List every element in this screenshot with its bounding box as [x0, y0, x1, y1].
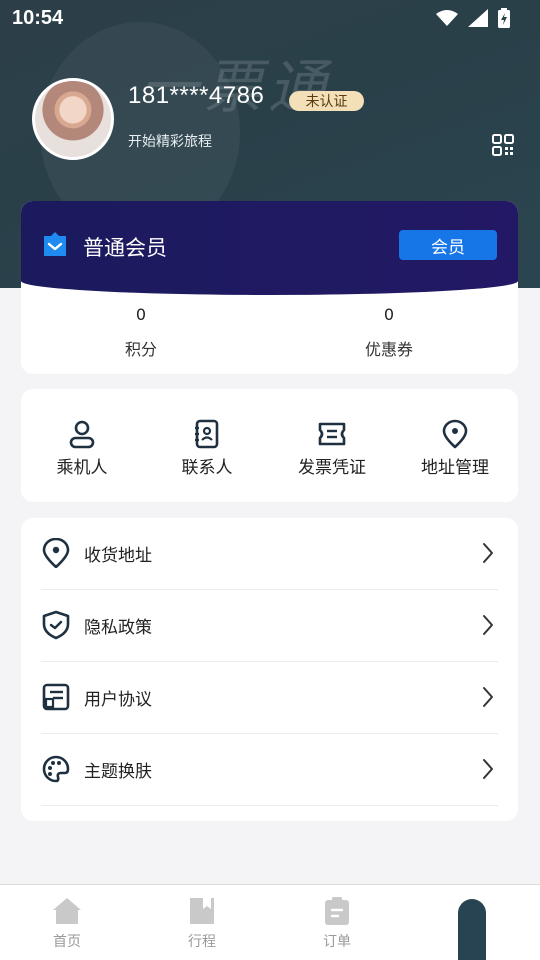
- member-badge-icon: [44, 232, 66, 256]
- menu-item-label: 主题换肤: [84, 762, 152, 782]
- points-label: 积分: [124, 340, 157, 359]
- tab-label: 订单: [323, 934, 351, 950]
- chevron-right-icon: [483, 543, 493, 563]
- status-time: 10:54: [12, 6, 64, 29]
- member-level-title: 普通会员: [83, 236, 167, 260]
- quick-action-label: 联系人: [181, 458, 233, 478]
- verify-badge[interactable]: 未认证: [289, 91, 364, 111]
- home-icon: [53, 898, 81, 924]
- quick-action-label: 乘机人: [56, 458, 108, 478]
- menu-item-shipping-address[interactable]: 收货地址: [41, 518, 498, 590]
- person-icon: [69, 420, 95, 449]
- quick-action-address-management[interactable]: 地址管理: [400, 419, 510, 478]
- document-icon: [42, 683, 70, 711]
- status-icons: [436, 8, 510, 28]
- quick-action-label: 发票凭证: [298, 458, 366, 478]
- quick-action-invoices[interactable]: 发票凭证: [277, 419, 387, 478]
- location-icon: [442, 419, 468, 449]
- qr-code-icon[interactable]: [492, 134, 514, 156]
- coupons-stat[interactable]: 0 优惠券: [309, 305, 469, 360]
- user-phone: 181****4786: [128, 82, 265, 109]
- menu-item-user-agreement[interactable]: 用户协议: [41, 662, 498, 734]
- member-button[interactable]: 会员: [399, 230, 497, 260]
- tagline: 开始精彩旅程: [128, 134, 212, 150]
- bottom-tab-bar: 首页 行程 订单: [0, 884, 540, 960]
- ticket-icon: [318, 422, 346, 446]
- member-card: 普通会员 会员 0 积分 0 优惠券: [21, 201, 518, 374]
- tab-orders[interactable]: 订单: [297, 897, 377, 951]
- avatar[interactable]: [32, 78, 114, 160]
- status-bar: 10:54: [0, 0, 540, 36]
- shield-check-icon: [42, 610, 70, 640]
- tab-label: 行程: [188, 934, 216, 950]
- palette-icon: [42, 755, 70, 783]
- tab-label: 首页: [53, 934, 81, 950]
- coupons-value: 0: [383, 305, 395, 324]
- quick-action-contacts[interactable]: 联系人: [152, 419, 262, 478]
- tab-trips[interactable]: 行程: [162, 897, 242, 951]
- contacts-icon: [195, 419, 219, 449]
- menu-item-privacy-policy[interactable]: 隐私政策: [41, 590, 498, 662]
- menu-item-label: 用户协议: [84, 690, 152, 710]
- menu-card: 收货地址 隐私政策 用户协议 主题换肤: [21, 518, 518, 821]
- points-value: 0: [135, 305, 147, 324]
- quick-actions-card: 乘机人 联系人 发票凭证 地址管理: [21, 389, 518, 502]
- quick-action-label: 地址管理: [421, 458, 489, 478]
- chevron-right-icon: [483, 615, 493, 635]
- quick-action-passengers[interactable]: 乘机人: [27, 419, 137, 478]
- battery-charging-icon: [498, 8, 510, 28]
- location-pin-icon: [42, 538, 70, 568]
- clipboard-icon: [325, 897, 349, 925]
- coupons-label: 优惠券: [364, 340, 413, 359]
- menu-item-theme-skin[interactable]: 主题换肤: [41, 734, 498, 806]
- tab-home[interactable]: 首页: [27, 897, 107, 951]
- chevron-right-icon: [483, 759, 493, 779]
- signal-icon: [468, 9, 488, 27]
- menu-item-label: 隐私政策: [84, 618, 152, 638]
- points-stat[interactable]: 0 积分: [61, 305, 221, 360]
- member-banner: 普通会员 会员: [21, 201, 518, 295]
- tab-profile-active[interactable]: [458, 899, 486, 960]
- wifi-icon: [436, 10, 458, 26]
- chevron-right-icon: [483, 687, 493, 707]
- bookmark-icon: [190, 898, 214, 924]
- menu-item-label: 收货地址: [84, 546, 152, 566]
